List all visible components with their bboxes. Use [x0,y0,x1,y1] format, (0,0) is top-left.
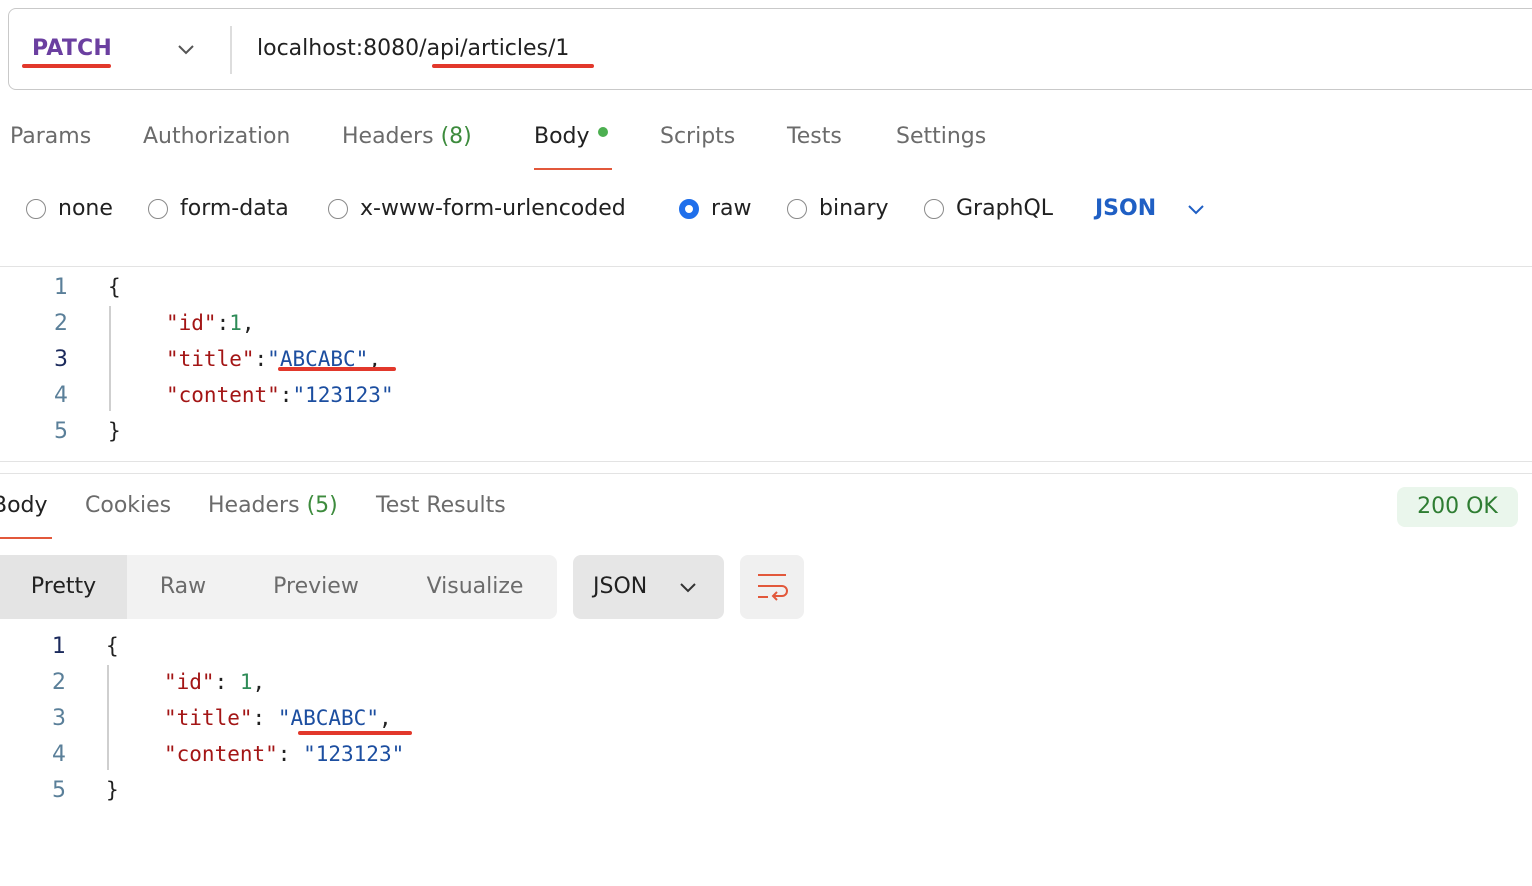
radio-circle[interactable] [26,198,46,219]
radio-circle[interactable] [787,198,807,219]
method-select[interactable]: PATCH [32,36,112,61]
response-tab-body[interactable]: Body [0,493,48,518]
radio-form-data[interactable]: form-data [148,196,289,221]
tab-scripts[interactable]: Scripts [660,124,735,149]
response-headers-count: (5) [306,493,338,518]
chevron-down-icon [680,583,696,593]
line-number: 3 [54,347,68,372]
response-active-tab-indicator [0,537,52,539]
indent-guide [107,665,109,770]
radio-circle-selected[interactable] [679,198,699,219]
line-number: 1 [52,634,66,659]
line-number: 5 [52,778,66,803]
body-format-select[interactable]: JSON [1095,196,1156,221]
radio-none[interactable]: none [26,196,113,221]
code-brace-open: { [106,634,119,658]
view-raw-button[interactable]: Raw [127,555,239,619]
url-bar [8,8,1532,90]
tab-body[interactable]: Body [534,124,608,149]
radio-circle[interactable] [148,198,168,219]
tab-authorization[interactable]: Authorization [143,124,290,149]
line-number: 4 [52,742,66,767]
divider [0,473,1532,474]
line-number: 1 [54,275,68,300]
title-value-highlight [298,731,412,735]
divider [0,461,1532,462]
divider [0,266,1532,267]
response-tab-cookies[interactable]: Cookies [85,493,171,518]
view-visualize-button[interactable]: Visualize [393,555,557,619]
code-line-content: "content": "123123" [164,742,405,766]
code-brace-close: } [106,778,119,802]
radio-x-www-form-urlencoded[interactable]: x-www-form-urlencoded [328,196,626,221]
url-highlight [432,64,594,68]
tab-tests[interactable]: Tests [787,124,842,149]
view-pretty-button[interactable]: Pretty [0,555,127,619]
view-preview-button[interactable]: Preview [239,555,393,619]
radio-graphql[interactable]: GraphQL [924,196,1053,221]
headers-count: (8) [440,124,472,149]
tab-params[interactable]: Params [10,124,91,149]
radio-circle[interactable] [328,198,348,219]
code-line-id: "id": 1, [164,670,266,694]
title-value-highlight [278,367,396,371]
tab-headers[interactable]: Headers (8) [342,124,472,149]
url-divider [230,26,232,74]
code-brace-open: { [108,275,121,299]
code-line-id: "id":1, [166,311,255,335]
line-number: 5 [54,419,68,444]
radio-circle[interactable] [924,198,944,219]
code-line-title: "title": "ABCABC", [164,706,392,730]
wrap-lines-icon [758,574,788,601]
line-number: 4 [54,383,68,408]
chevron-down-icon[interactable] [176,40,196,60]
radio-raw[interactable]: raw [679,196,752,221]
code-brace-close: } [108,419,121,443]
body-modified-dot [597,127,608,137]
response-tab-test-results[interactable]: Test Results [376,493,506,518]
tab-settings[interactable]: Settings [896,124,986,149]
active-tab-indicator [534,168,612,170]
radio-binary[interactable]: binary [787,196,889,221]
line-number: 2 [54,311,68,336]
line-number: 3 [52,706,66,731]
status-badge[interactable]: 200 OK [1397,487,1518,527]
response-format-label: JSON [593,574,648,599]
response-tab-headers[interactable]: Headers (5) [208,493,338,518]
indent-guide [109,306,111,411]
url-input[interactable]: localhost:8080/api/articles/1 [257,36,569,61]
wrap-lines-button[interactable] [740,555,804,619]
code-line-content: "content":"123123" [166,383,394,407]
line-number: 2 [52,670,66,695]
method-highlight [22,64,111,68]
chevron-down-icon[interactable] [1186,200,1206,220]
